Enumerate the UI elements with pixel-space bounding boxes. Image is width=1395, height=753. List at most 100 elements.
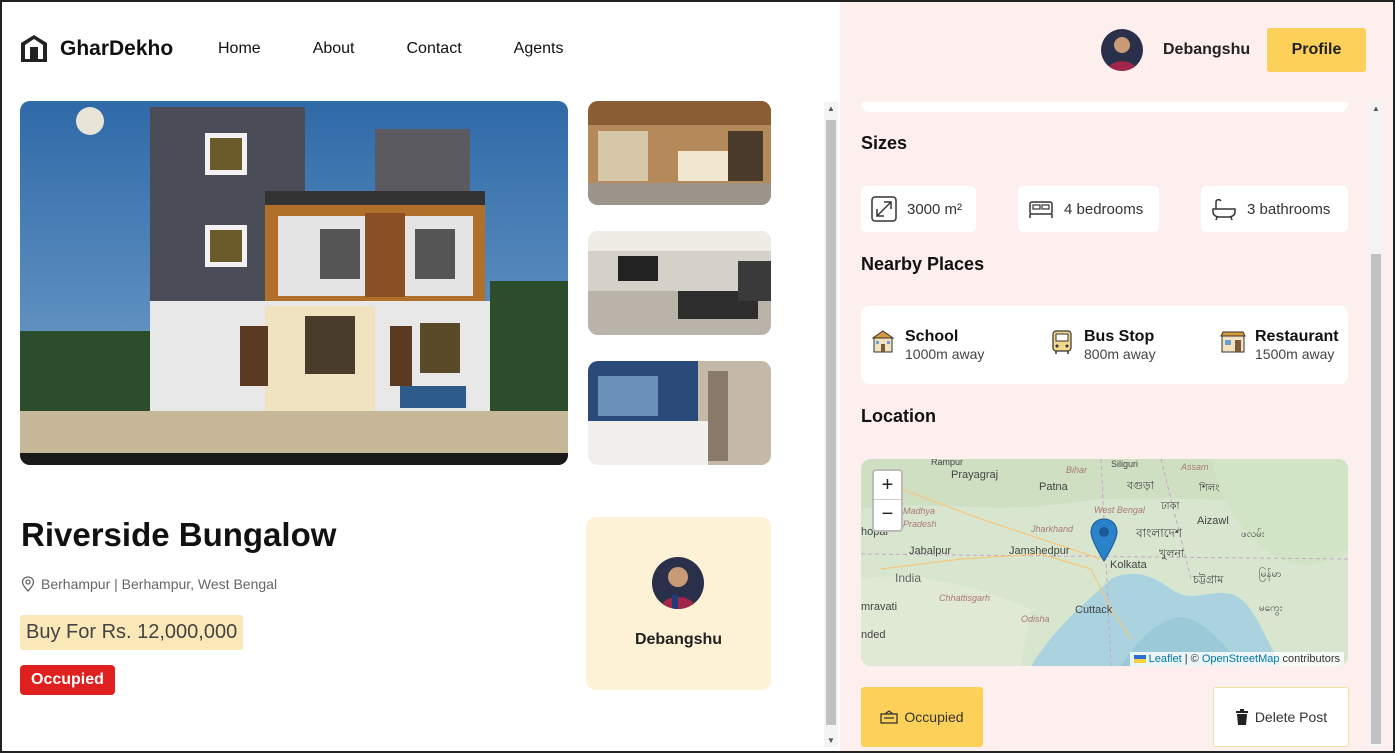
zoom-out-button[interactable]: − bbox=[874, 500, 901, 529]
scroll-up-icon[interactable]: ▲ bbox=[1369, 104, 1383, 113]
nearby-name: Bus Stop bbox=[1084, 328, 1155, 345]
delete-post-button[interactable]: Delete Post bbox=[1213, 687, 1349, 747]
leaflet-link[interactable]: Leaflet bbox=[1149, 653, 1182, 665]
bedroom-image bbox=[588, 361, 771, 465]
bedrooms-text: 4 bedrooms bbox=[1064, 200, 1144, 218]
avatar-image bbox=[652, 557, 704, 609]
sizes-heading: Sizes bbox=[861, 133, 908, 153]
map-label: West Bengal bbox=[1094, 505, 1145, 515]
profile-button[interactable]: Profile bbox=[1267, 28, 1366, 72]
bathtub-icon bbox=[1212, 198, 1236, 221]
thumbnail-image-2[interactable] bbox=[588, 231, 771, 335]
map-label: বগুড়া bbox=[1127, 480, 1154, 492]
trash-icon bbox=[1235, 709, 1248, 725]
nearby-bus-stop: Bus Stop 800m away bbox=[1048, 328, 1156, 362]
brand-logo[interactable]: GharDekho bbox=[20, 34, 173, 64]
map-label: বাংলাদেশ bbox=[1136, 526, 1182, 540]
interior-lobby-image bbox=[588, 101, 771, 205]
nav-home[interactable]: Home bbox=[218, 40, 261, 58]
occupied-label: Occupied bbox=[904, 709, 964, 725]
map-zoom-controls: + − bbox=[872, 469, 903, 532]
nav-contact[interactable]: Contact bbox=[407, 40, 462, 58]
nearby-places-card: School 1000m away Bus Stop 800m away Res… bbox=[861, 306, 1348, 384]
bathrooms-text: 3 bathrooms bbox=[1247, 200, 1331, 218]
card-fragment bbox=[861, 102, 1348, 112]
delete-label: Delete Post bbox=[1254, 709, 1328, 725]
occupied-button[interactable]: Occupied bbox=[861, 687, 983, 747]
map-label: Assam bbox=[1181, 462, 1209, 472]
attribution-sep: | © bbox=[1181, 653, 1202, 665]
map-label: Kolkata bbox=[1110, 559, 1147, 571]
house-sign-icon bbox=[880, 710, 899, 724]
map-label: Patna bbox=[1039, 481, 1068, 493]
user-name: Debangshu bbox=[1163, 41, 1251, 58]
osm-link[interactable]: OpenStreetMap bbox=[1202, 653, 1280, 665]
nav-agents[interactable]: Agents bbox=[514, 40, 564, 58]
bathrooms-box: 3 bathrooms bbox=[1201, 186, 1348, 232]
price-tag: Buy For Rs. 12,000,000 bbox=[20, 615, 244, 650]
user-avatar bbox=[1101, 29, 1143, 71]
nearby-heading: Nearby Places bbox=[861, 254, 985, 274]
main-nav: Home About Contact Agents bbox=[218, 40, 615, 58]
map-label: Madhya bbox=[903, 506, 936, 516]
status-badge: Occupied bbox=[20, 665, 115, 695]
map-attribution: Leaflet | © OpenStreetMap contributors bbox=[1129, 652, 1344, 666]
scrollbar-thumb[interactable] bbox=[826, 120, 836, 725]
map-label: শিলং bbox=[1199, 483, 1220, 494]
location-heading: Location bbox=[861, 406, 936, 426]
owner-card[interactable]: Debangshu bbox=[586, 517, 771, 690]
map-label: Aizawl bbox=[1197, 515, 1229, 527]
bedrooms-box: 4 bedrooms bbox=[1018, 186, 1159, 232]
map-label: မကွေး bbox=[1259, 603, 1283, 614]
map-label: Jabalpur bbox=[909, 545, 952, 557]
map-label: চট্টগ্রাম bbox=[1193, 574, 1224, 586]
map-tiles bbox=[861, 459, 1348, 666]
school-icon bbox=[871, 330, 895, 353]
location-pin-icon bbox=[21, 576, 35, 592]
map-label: Chhattisgarh bbox=[939, 593, 991, 603]
zoom-in-button[interactable]: + bbox=[874, 471, 901, 500]
map-label: Siliguri bbox=[1111, 459, 1139, 469]
map-label: Jamshedpur bbox=[1009, 545, 1070, 557]
user-menu[interactable]: Debangshu bbox=[1101, 29, 1250, 71]
nav-about[interactable]: About bbox=[313, 40, 355, 58]
brand-name: GharDekho bbox=[60, 37, 174, 60]
property-title: Riverside Bungalow bbox=[21, 516, 337, 553]
thumbnail-image-1[interactable] bbox=[588, 101, 771, 205]
nearby-distance: 800m away bbox=[1084, 346, 1156, 362]
thumbnail-image-3[interactable] bbox=[588, 361, 771, 465]
left-scrollbar[interactable]: ▲ ▼ bbox=[824, 102, 838, 747]
nearby-distance: 1000m away bbox=[905, 346, 985, 362]
left-panel: GharDekho Home About Contact Agents Rive… bbox=[2, 2, 840, 751]
right-scrollbar[interactable]: ▲ bbox=[1369, 102, 1383, 747]
bed-icon bbox=[1029, 201, 1053, 218]
property-address: Berhampur | Berhampur, West Bengal bbox=[21, 576, 277, 592]
map-label: Pradesh bbox=[903, 519, 937, 529]
map-label: India bbox=[895, 571, 922, 585]
map-label: খুলনা bbox=[1159, 548, 1185, 560]
map-label: Cuttack bbox=[1075, 604, 1113, 616]
property-main-image[interactable] bbox=[20, 101, 568, 465]
owner-name: Debangshu bbox=[634, 631, 723, 648]
restaurant-icon bbox=[1220, 331, 1246, 353]
scroll-up-icon[interactable]: ▲ bbox=[824, 104, 838, 113]
map-label: Odisha bbox=[1021, 614, 1050, 624]
address-text: Berhampur | Berhampur, West Bengal bbox=[41, 576, 278, 592]
expand-icon bbox=[871, 196, 897, 222]
area-box: 3000 m² bbox=[861, 186, 976, 232]
nearby-school: School 1000m away bbox=[869, 328, 984, 362]
map-label: mravati bbox=[861, 601, 898, 613]
living-room-image bbox=[588, 231, 771, 335]
nearby-name: School bbox=[905, 328, 959, 345]
map-label: မြန်မာ bbox=[1259, 569, 1282, 580]
scroll-down-icon[interactable]: ▼ bbox=[824, 736, 838, 745]
avatar-image bbox=[1101, 29, 1143, 71]
scrollbar-thumb[interactable] bbox=[1371, 254, 1381, 744]
map-label: ဖလမ်း bbox=[1241, 529, 1265, 540]
map-label: Rampur bbox=[931, 459, 964, 467]
page-frame: GharDekho Home About Contact Agents Rive… bbox=[0, 0, 1395, 753]
map-label: Prayagraj bbox=[951, 469, 999, 481]
area-text: 3000 m² bbox=[907, 200, 963, 218]
bus-icon bbox=[1052, 330, 1072, 354]
location-map[interactable]: Prayagraj Patna Bihar Siliguri Assam বগু… bbox=[861, 459, 1348, 666]
